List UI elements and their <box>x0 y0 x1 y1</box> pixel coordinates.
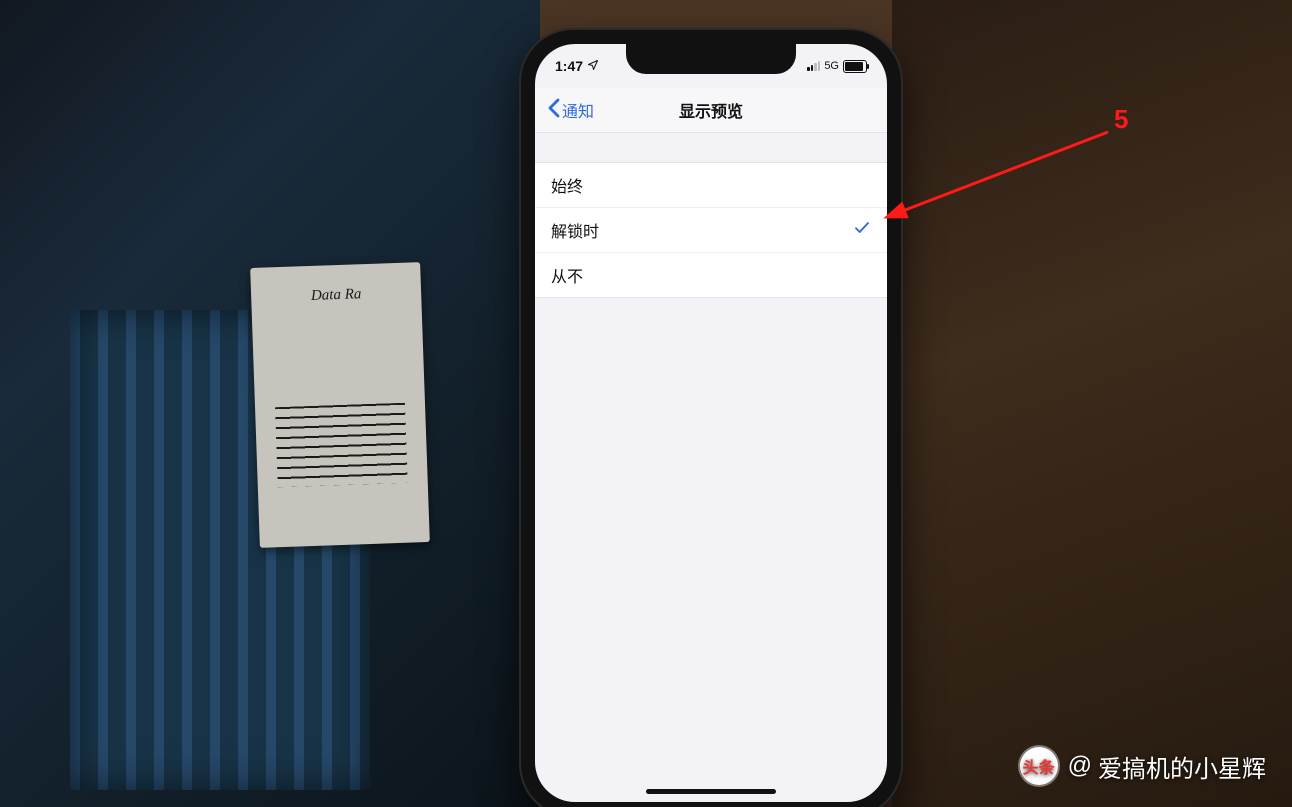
status-time: 1:47 <box>555 58 583 74</box>
cellular-signal-icon <box>807 61 820 71</box>
options-list: 始终 解锁时 从不 <box>535 162 887 298</box>
option-label: 始终 <box>551 173 583 197</box>
status-right: 5G <box>807 60 867 73</box>
option-label: 从不 <box>551 263 583 287</box>
iphone-screen: 1:47 5G 通知 显示预览 <box>535 44 887 802</box>
back-label: 通知 <box>562 98 594 122</box>
annotation-number: 5 <box>1114 104 1128 135</box>
chevron-left-icon <box>547 98 560 123</box>
option-never[interactable]: 从不 <box>535 253 887 297</box>
watermark: 头条 @ 爱搞机的小星辉 <box>1020 747 1266 785</box>
location-icon <box>587 58 599 74</box>
watermark-at: @ <box>1068 752 1092 780</box>
checkmark-icon <box>853 219 871 242</box>
network-label: 5G <box>824 60 839 72</box>
watermark-name: 爱搞机的小星辉 <box>1098 749 1266 784</box>
option-label: 解锁时 <box>551 218 599 242</box>
back-button[interactable]: 通知 <box>541 88 600 132</box>
status-left: 1:47 <box>555 58 599 74</box>
home-indicator[interactable] <box>646 789 776 794</box>
option-when-unlocked[interactable]: 解锁时 <box>535 208 887 253</box>
option-always[interactable]: 始终 <box>535 163 887 208</box>
battery-icon <box>843 60 867 73</box>
backdrop-paper: Data Ra <box>250 262 430 548</box>
watermark-badge: 头条 <box>1020 747 1058 785</box>
notch <box>626 44 796 74</box>
nav-bar: 通知 显示预览 <box>535 88 887 133</box>
backdrop-right <box>892 0 1292 807</box>
paper-title: Data Ra <box>251 284 421 307</box>
photo-stage: Data Ra 1:47 5G <box>0 0 1292 807</box>
iphone-frame: 1:47 5G 通知 显示预览 <box>521 30 901 807</box>
paper-barcode <box>275 403 408 487</box>
page-title: 显示预览 <box>679 98 743 122</box>
